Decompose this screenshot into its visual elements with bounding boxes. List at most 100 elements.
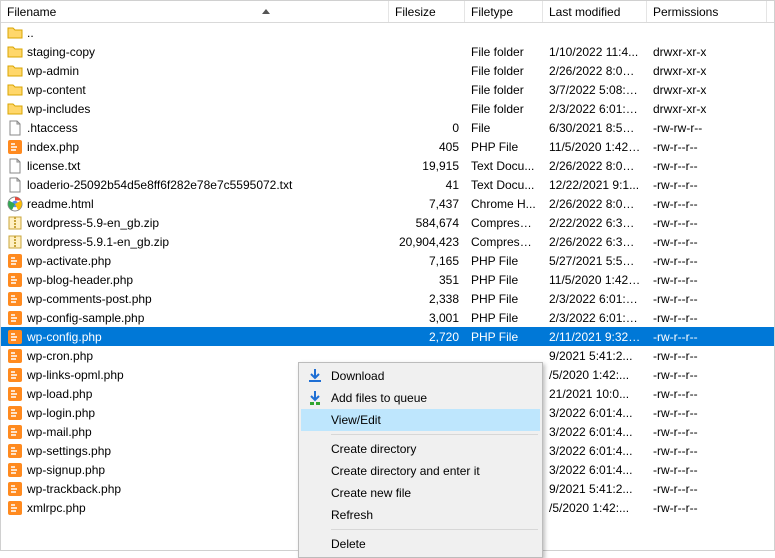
cell-permissions: -rw-r--r-- [647,197,767,211]
menu-label: Create directory [331,442,416,456]
file-row[interactable]: index.php 405PHP File11/5/2020 1:42:...-r… [1,137,774,156]
file-row[interactable]: readme.html7,437Chrome H...2/26/2022 8:0… [1,194,774,213]
add-to-queue-icon [307,390,323,406]
cell-filesize: 405 [389,140,465,154]
cell-modified: 2/3/2022 6:01:4... [543,102,647,116]
file-row[interactable]: staging-copyFile folder1/10/2022 11:4...… [1,42,774,61]
filename-label: wordpress-5.9.1-en_gb.zip [27,235,169,249]
cell-modified: /5/2020 1:42:... [543,501,647,515]
cell-permissions: -rw-r--r-- [647,140,767,154]
filename-label: wp-admin [27,64,79,78]
filename-label: wp-blog-header.php [27,273,133,287]
file-row[interactable]: .htaccess0File6/30/2021 8:57:...-rw-rw-r… [1,118,774,137]
cell-modified: 3/2022 6:01:4... [543,444,647,458]
cell-filetype: File folder [465,64,543,78]
cell-filetype: File folder [465,102,543,116]
cell-permissions: -rw-r--r-- [647,463,767,477]
php-icon [7,310,23,326]
filename-label: wp-includes [27,102,90,116]
cell-modified: 5/27/2021 5:53:... [543,254,647,268]
cell-filename: wp-activate.php [1,253,389,269]
cell-filetype: File [465,121,543,135]
file-row[interactable]: wp-blog-header.php351PHP File11/5/2020 1… [1,270,774,289]
php-icon [7,386,23,402]
file-row[interactable]: wordpress-5.9-en_gb.zip584,674Compresse.… [1,213,774,232]
menu-view-edit[interactable]: View/Edit [301,409,540,431]
cell-filetype: PHP File [465,292,543,306]
filename-label: wp-comments-post.php [27,292,152,306]
menu-download[interactable]: Download [301,365,540,387]
file-row[interactable]: wordpress-5.9.1-en_gb.zip20,904,423Compr… [1,232,774,251]
file-row[interactable]: wp-activate.php7,165PHP File5/27/2021 5:… [1,251,774,270]
cell-permissions: -rw-r--r-- [647,406,767,420]
header-filetype[interactable]: Filetype [465,1,543,22]
cell-filetype: File folder [465,83,543,97]
cell-filename: wp-includes [1,101,389,117]
file-row[interactable]: wp-config-sample.php3,001PHP File2/3/202… [1,308,774,327]
filename-label: wp-signup.php [27,463,105,477]
cell-permissions: drwxr-xr-x [647,64,767,78]
header-filesize[interactable]: Filesize [389,1,465,22]
cell-filetype: PHP File [465,140,543,154]
php-icon [7,329,23,345]
cell-modified: 12/22/2021 9:1... [543,178,647,192]
menu-create-directory[interactable]: Create directory [301,438,540,460]
file-row[interactable]: wp-includes File folder2/3/2022 6:01:4...… [1,99,774,118]
cell-modified: /5/2020 1:42:... [543,368,647,382]
file-row[interactable]: loaderio-25092b54d5e8ff6f282e78e7c559507… [1,175,774,194]
cell-permissions: -rw-rw-r-- [647,121,767,135]
cell-filetype: PHP File [465,330,543,344]
file-row[interactable]: wp-contentFile folder3/7/2022 5:08:4...d… [1,80,774,99]
cell-permissions: -rw-r--r-- [647,349,767,363]
cell-filesize: 3,001 [389,311,465,325]
cell-filename: wordpress-5.9-en_gb.zip [1,215,389,231]
context-menu: Download Add files to queue View/Edit Cr… [298,362,543,558]
filename-label: wp-links-opml.php [27,368,124,382]
php-icon [7,481,23,497]
cell-permissions: -rw-r--r-- [647,235,767,249]
zip-icon [7,234,23,250]
cell-permissions: -rw-r--r-- [647,159,767,173]
cell-permissions: drwxr-xr-x [647,83,767,97]
menu-separator [331,529,538,530]
folder-icon [7,25,23,41]
filename-label: license.txt [27,159,80,173]
php-icon [7,291,23,307]
menu-label: Download [331,369,384,383]
cell-modified: 11/5/2020 1:42:... [543,140,647,154]
cell-modified: 9/2021 5:41:2... [543,349,647,363]
cell-modified: 2/26/2022 8:04:... [543,159,647,173]
header-filename[interactable]: Filename [1,1,389,22]
menu-label: Create new file [331,486,411,500]
menu-delete[interactable]: Delete [301,533,540,555]
menu-separator [331,434,538,435]
menu-create-directory-enter[interactable]: Create directory and enter it [301,460,540,482]
php-icon [7,272,23,288]
file-row[interactable]: wp-config.php2,720PHP File2/11/2021 9:32… [1,327,774,346]
cell-filename: wp-config.php [1,329,389,345]
php-icon [7,424,23,440]
filename-label: wp-trackback.php [27,482,121,496]
menu-create-new-file[interactable]: Create new file [301,482,540,504]
header-permissions[interactable]: Permissions [647,1,767,22]
cell-permissions: -rw-r--r-- [647,368,767,382]
cell-filename: staging-copy [1,44,389,60]
filename-label: wordpress-5.9-en_gb.zip [27,216,159,230]
file-row[interactable]: wp-adminFile folder2/26/2022 8:04:...drw… [1,61,774,80]
file-row[interactable]: license.txt19,915Text Docu...2/26/2022 8… [1,156,774,175]
chrome-icon [7,196,23,212]
zip-icon [7,215,23,231]
menu-add-to-queue[interactable]: Add files to queue [301,387,540,409]
cell-filetype: PHP File [465,273,543,287]
header-label: Filename [7,5,56,19]
filename-label: index.php [27,140,79,154]
file-row[interactable]: wp-comments-post.php2,338PHP File2/3/202… [1,289,774,308]
cell-modified: 2/11/2021 9:32:... [543,330,647,344]
cell-filename: wp-config-sample.php [1,310,389,326]
menu-label: Delete [331,537,366,551]
menu-refresh[interactable]: Refresh [301,504,540,526]
menu-label: View/Edit [331,413,381,427]
php-icon [7,405,23,421]
header-last-modified[interactable]: Last modified [543,1,647,22]
file-row[interactable]: .. [1,23,774,42]
